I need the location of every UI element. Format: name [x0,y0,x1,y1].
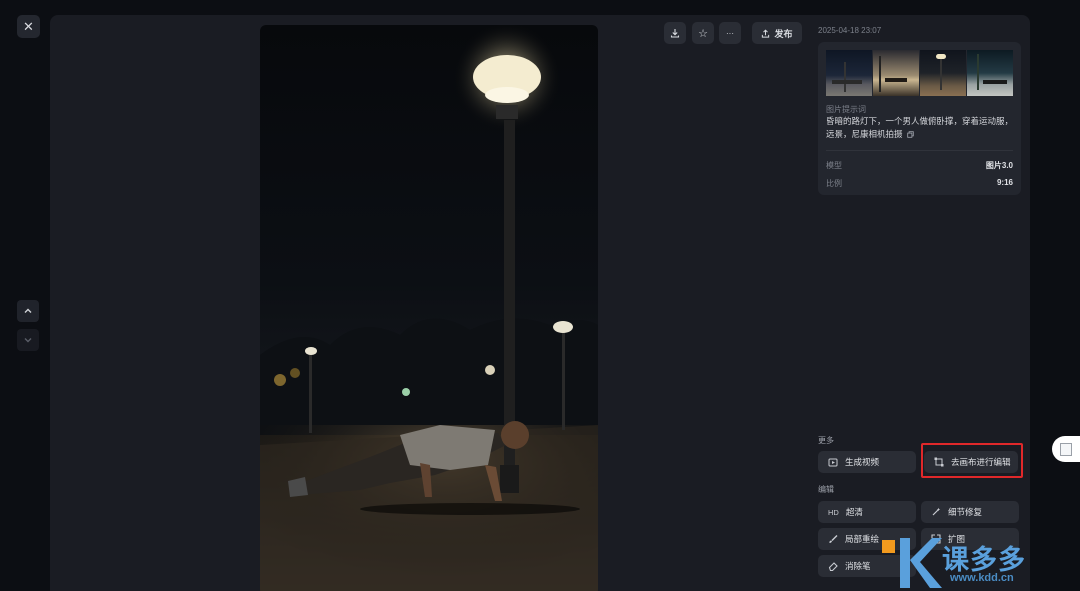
chevron-up-icon [24,308,32,313]
brush-icon [829,535,838,543]
generate-video-button[interactable]: 生成视频 [818,451,916,473]
detail-repair-button[interactable]: 细节修复 [921,501,1019,523]
video-icon [828,458,838,466]
variant-thumbnails [826,50,1013,96]
star-icon: ☆ [698,27,708,40]
image-illustration [260,25,598,591]
model-value: 图片3.0 [985,161,1013,170]
brand-logo [882,538,942,588]
edit-section-label: 编辑 [818,485,834,494]
brand-watermark: 课多多 www.kdd.cn [880,534,1080,591]
watermark-url: www.kdd.cn [950,572,1014,584]
eraser-label: 消除笔 [845,561,871,571]
ratio-row: 比例 9:16 [826,178,1013,189]
side-tab[interactable] [1052,436,1080,462]
more-section-label: 更多 [818,436,834,445]
copy-icon[interactable] [907,131,914,138]
created-date: 2025-04-18 23:07 [818,26,882,35]
more-icon: ··· [726,28,734,38]
generated-image[interactable] [260,25,598,591]
thumbnail-1[interactable] [826,50,872,96]
more-options-button[interactable]: ··· [719,22,741,44]
hd-icon: HD [828,507,839,517]
ratio-value: 9:16 [996,178,1013,187]
inpaint-label: 局部重绘 [845,534,880,544]
prompt-content: 昏暗的路灯下，一个男人做俯卧撑，穿着运动服，远景，尼康相机拍摄 [826,116,1014,139]
hd-label: 超清 [845,507,863,517]
thumbnail-3[interactable] [920,50,966,96]
thumbnail-2[interactable] [873,50,919,96]
highlight-annotation [921,443,1023,478]
eraser-icon [828,562,838,571]
magic-wand-icon [932,507,941,516]
close-button[interactable]: ✕ [17,15,40,38]
detail-repair-label: 细节修复 [948,507,983,517]
download-icon [670,29,680,38]
generate-video-label: 生成视频 [845,457,880,467]
model-key: 模型 [826,161,842,170]
previous-image-button[interactable] [17,300,39,322]
image-placeholder-icon [1060,443,1072,456]
thumbnail-4[interactable] [967,50,1013,96]
download-button[interactable] [664,22,686,44]
model-row: 模型 图片3.0 [826,160,1013,171]
prompt-label: 图片提示词 [826,105,866,114]
upload-icon [762,28,770,38]
publish-label: 发布 [774,28,793,39]
prompt-text: 昏暗的路灯下，一个男人做俯卧撑，穿着运动服，远景，尼康相机拍摄 [826,115,1016,141]
next-image-button[interactable] [17,329,39,351]
close-icon: ✕ [23,18,34,34]
publish-button[interactable]: 发布 [752,22,802,44]
info-divider [826,150,1013,151]
hd-upscale-button[interactable]: HD 超清 [818,501,916,523]
chevron-down-icon [24,338,32,343]
favorite-button[interactable]: ☆ [692,22,714,44]
image-info-card: 图片提示词 昏暗的路灯下，一个男人做俯卧撑，穿着运动服，远景，尼康相机拍摄 模型… [818,42,1021,195]
ratio-key: 比例 [826,179,842,188]
